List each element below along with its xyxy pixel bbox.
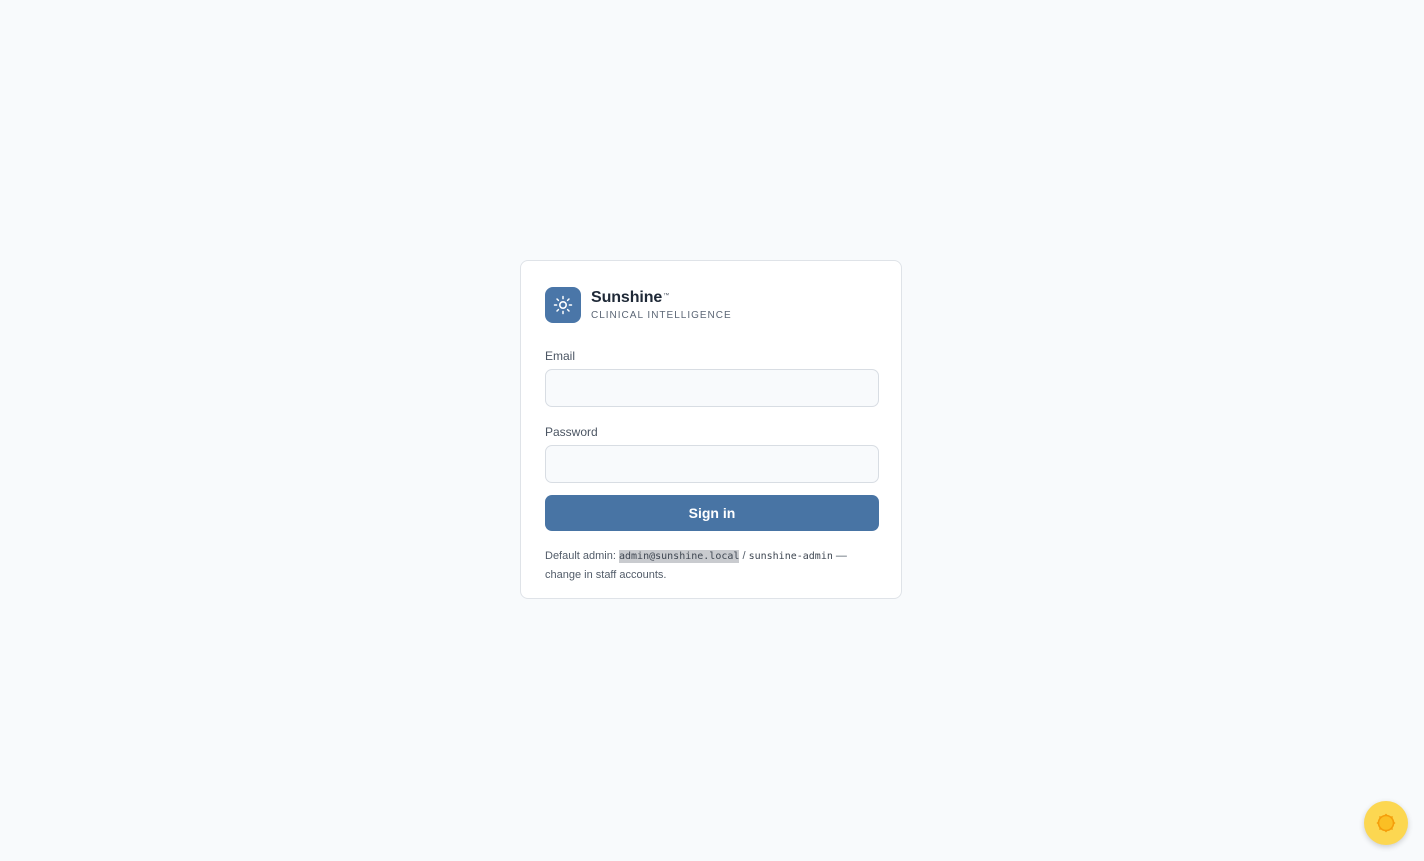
login-page: Sunshine™ CLINICAL INTELLIGENCE Email Pa… — [0, 0, 1424, 861]
logo — [545, 287, 581, 323]
hint-separator: / — [739, 550, 749, 562]
default-admin-hint: Default admin: admin@sunshine.local / su… — [545, 547, 879, 584]
password-label: Password — [545, 425, 598, 439]
brand-name-text: Sunshine — [591, 288, 663, 306]
brand-name: Sunshine™ — [591, 289, 732, 307]
brand-tagline: CLINICAL INTELLIGENCE — [591, 309, 732, 321]
email-field[interactable] — [545, 369, 879, 407]
email-label: Email — [545, 349, 576, 363]
hint-admin-email: admin@sunshine.local — [618, 550, 740, 563]
trademark-mark: ™ — [663, 292, 670, 299]
hint-prefix: Default admin: — [545, 550, 619, 562]
theme-toggle-button[interactable] — [1364, 801, 1408, 845]
sun-icon — [1376, 813, 1396, 833]
sign-in-button[interactable]: Sign in — [545, 495, 879, 531]
password-field[interactable] — [545, 445, 879, 483]
sun-icon — [553, 295, 573, 315]
brand-header: Sunshine™ CLINICAL INTELLIGENCE — [545, 287, 877, 323]
brand-text: Sunshine™ CLINICAL INTELLIGENCE — [591, 289, 732, 322]
login-card: Sunshine™ CLINICAL INTELLIGENCE Email Pa… — [520, 260, 902, 599]
hint-admin-password: sunshine-admin — [748, 551, 833, 562]
